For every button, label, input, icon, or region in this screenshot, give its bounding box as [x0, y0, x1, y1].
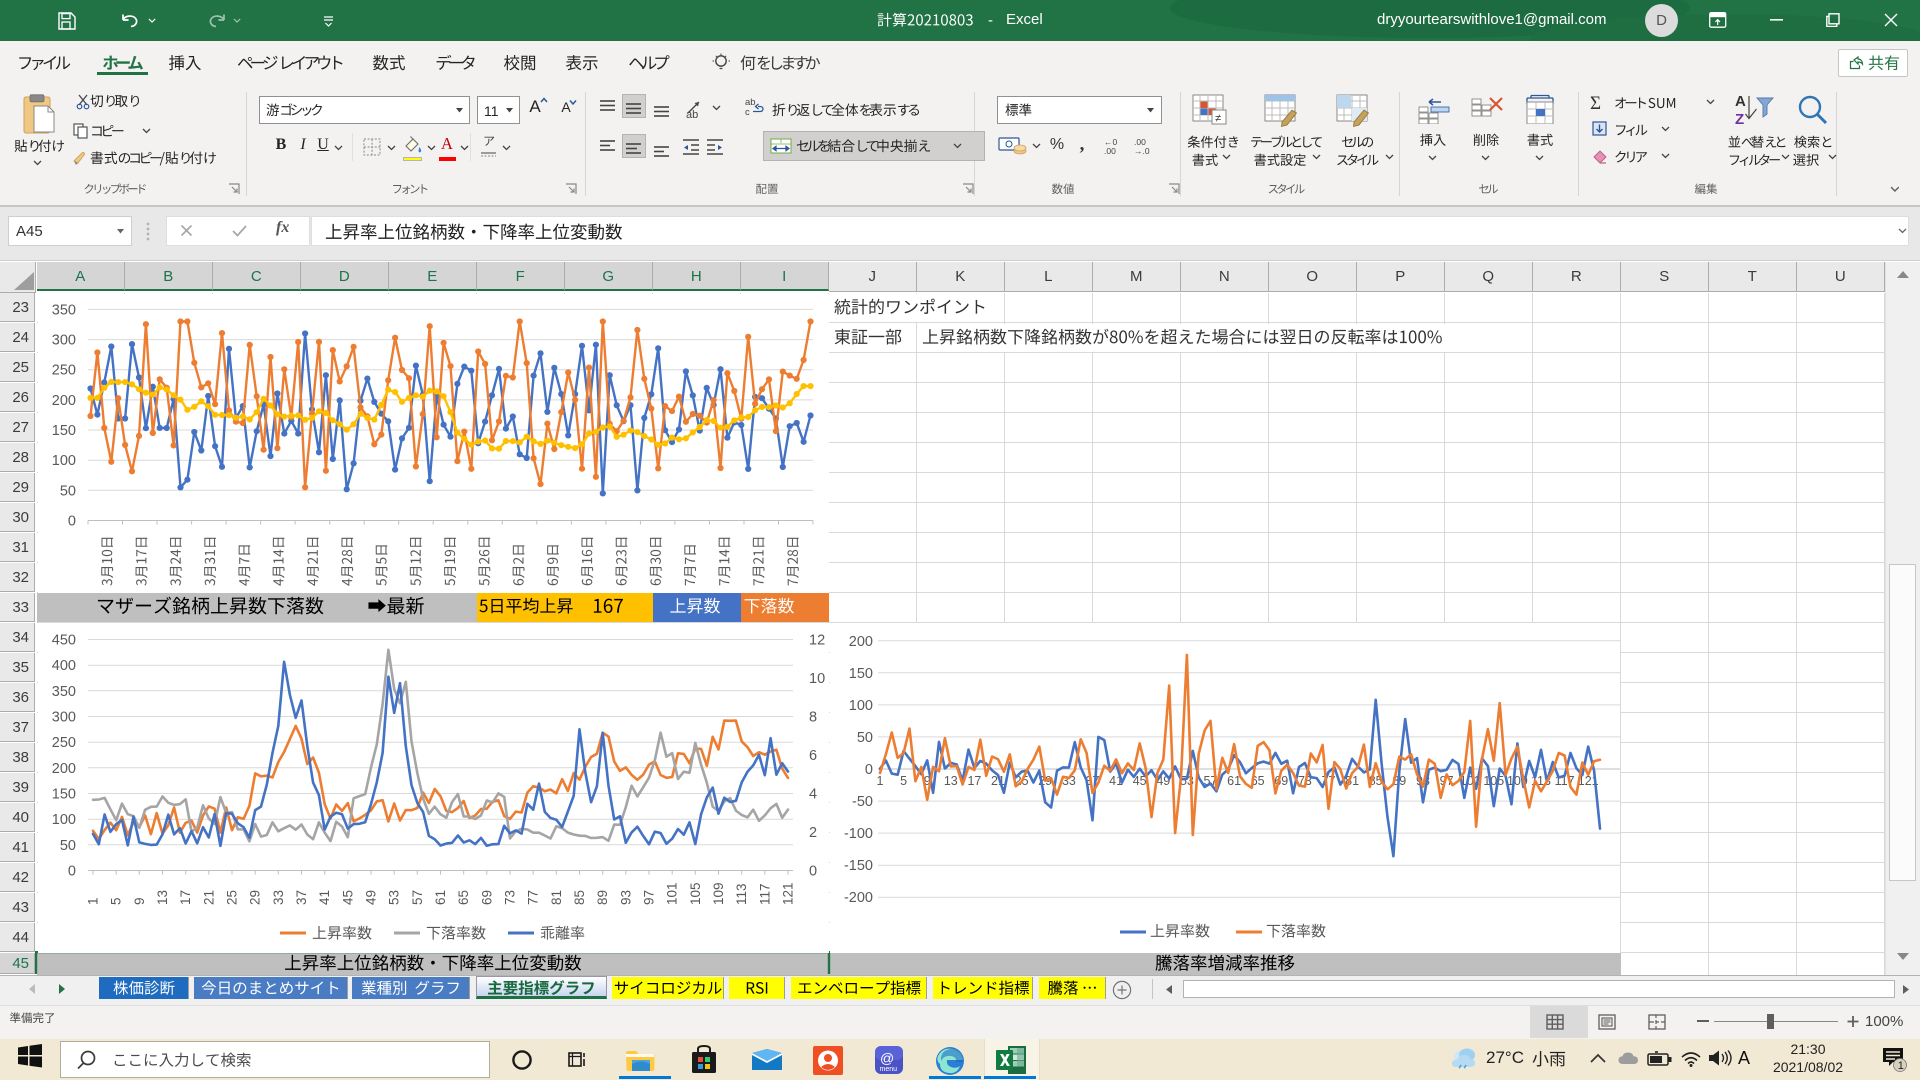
svg-text:37: 37 [294, 889, 309, 904]
svg-text:5: 5 [900, 774, 907, 788]
svg-text:50: 50 [59, 483, 75, 499]
svg-text:A: A [1735, 93, 1746, 110]
svg-text:13: 13 [155, 889, 170, 904]
svg-text:-150: -150 [843, 858, 872, 874]
svg-text:≠: ≠ [1215, 113, 1221, 125]
svg-text:17: 17 [178, 889, 193, 904]
svg-text:→.0: →.0 [1134, 146, 1150, 155]
svg-text:-200: -200 [843, 890, 872, 906]
svg-text:17: 17 [967, 774, 981, 788]
svg-text:101: 101 [664, 882, 679, 905]
svg-text:Z: Z [1735, 111, 1744, 128]
svg-text:93: 93 [618, 889, 633, 904]
svg-text:41: 41 [317, 889, 332, 904]
svg-text:49: 49 [363, 889, 378, 904]
svg-text:350: 350 [51, 683, 75, 699]
svg-text:5: 5 [108, 897, 123, 905]
svg-text:2: 2 [809, 825, 817, 841]
svg-text:97: 97 [641, 889, 656, 904]
svg-text:45: 45 [340, 889, 355, 904]
svg-text:0: 0 [809, 863, 817, 879]
svg-text:57: 57 [409, 889, 424, 904]
svg-text:200: 200 [51, 392, 75, 408]
svg-text:150: 150 [848, 665, 872, 681]
svg-text:350: 350 [51, 302, 75, 318]
svg-text:85: 85 [572, 889, 587, 904]
svg-text:450: 450 [51, 632, 75, 648]
svg-text:100: 100 [51, 812, 75, 828]
svg-text:150: 150 [51, 423, 75, 439]
svg-text:9: 9 [131, 897, 146, 905]
svg-text:100: 100 [848, 697, 872, 713]
svg-text:113: 113 [734, 883, 749, 905]
svg-text:33: 33 [270, 889, 285, 904]
svg-text:0: 0 [864, 762, 872, 778]
svg-text:c: c [745, 107, 750, 118]
svg-text:150: 150 [51, 786, 75, 802]
svg-text:200: 200 [848, 633, 872, 649]
svg-text:1: 1 [1898, 1060, 1904, 1072]
svg-text:61: 61 [433, 889, 448, 904]
svg-text:50: 50 [856, 729, 872, 745]
svg-text:-50: -50 [852, 794, 873, 810]
svg-text:-100: -100 [843, 826, 872, 842]
svg-text:50: 50 [59, 837, 75, 853]
svg-text:250: 250 [51, 735, 75, 751]
svg-text:100: 100 [51, 453, 75, 469]
svg-text:400: 400 [51, 658, 75, 674]
svg-text:0: 0 [67, 513, 75, 529]
svg-text:13: 13 [943, 774, 957, 788]
svg-text:121: 121 [780, 882, 795, 905]
svg-text:300: 300 [51, 709, 75, 725]
svg-text:menu: menu [880, 1066, 898, 1073]
svg-text:65: 65 [456, 889, 471, 904]
svg-text:1: 1 [876, 774, 883, 788]
svg-text:0: 0 [67, 863, 75, 879]
svg-text:77: 77 [525, 889, 540, 904]
svg-text:73: 73 [502, 889, 517, 904]
svg-text:69: 69 [479, 889, 494, 904]
svg-text:@: @ [880, 1050, 894, 1066]
svg-text:300: 300 [51, 332, 75, 348]
svg-text:1: 1 [85, 897, 100, 905]
svg-text:109: 109 [711, 882, 726, 905]
svg-text:29: 29 [247, 889, 262, 904]
svg-text:21: 21 [201, 889, 216, 904]
svg-text:53: 53 [386, 889, 401, 904]
svg-text:89: 89 [595, 889, 610, 904]
svg-text:4: 4 [809, 786, 817, 802]
svg-text:.00: .00 [1104, 146, 1116, 155]
svg-text:200: 200 [51, 760, 75, 776]
svg-text:117: 117 [757, 883, 772, 905]
svg-text:250: 250 [51, 362, 75, 378]
svg-text:25: 25 [224, 889, 239, 904]
svg-text:12: 12 [809, 632, 825, 648]
svg-text:81: 81 [548, 889, 563, 904]
svg-text:6: 6 [809, 748, 817, 764]
svg-text:105: 105 [1483, 774, 1504, 788]
svg-text:105: 105 [687, 882, 702, 905]
svg-text:8: 8 [809, 709, 817, 725]
svg-text:10: 10 [809, 671, 825, 687]
svg-text:ab: ab [686, 109, 698, 120]
